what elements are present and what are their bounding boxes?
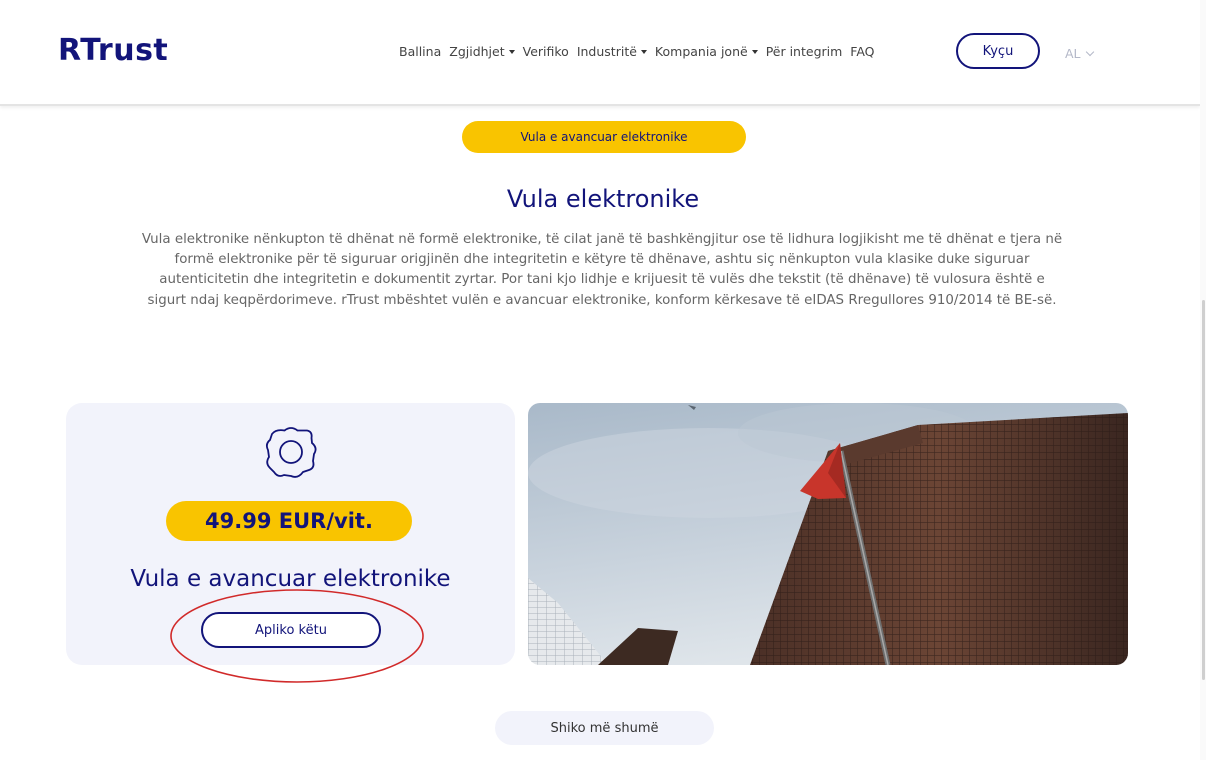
caret-down-icon — [508, 49, 515, 54]
show-more-button[interactable]: Shiko më shumë — [495, 711, 714, 745]
nav-item-label: FAQ — [850, 44, 875, 59]
chevron-down-icon — [1085, 47, 1094, 56]
building-photo — [528, 403, 1128, 665]
nav-item-label: Për integrim — [765, 44, 843, 59]
nav-item-label: Verifiko — [522, 44, 569, 59]
nav-item-për-integrim[interactable]: Për integrim — [766, 44, 843, 59]
language-code: AL — [1065, 46, 1081, 61]
section-description: Vula elektronike nënkupton të dhënat në … — [141, 232, 1063, 308]
caret-down-icon — [640, 49, 647, 54]
nav-item-kompania-jonë[interactable]: Kompania jonë — [655, 44, 758, 59]
nav-item-label: Kompania jonë — [654, 44, 748, 59]
nav-item-verifiko[interactable]: Verifiko — [523, 44, 569, 59]
caret-down-icon — [751, 49, 758, 54]
gear-icon — [262, 423, 320, 481]
nav-item-label: Ballina — [399, 44, 442, 59]
login-button[interactable]: Kyçu — [956, 33, 1040, 69]
nav-item-faq[interactable]: FAQ — [850, 44, 874, 59]
page-scrollbar[interactable] — [1200, 0, 1206, 760]
price-badge: 49.99 EUR/vit. — [166, 501, 412, 541]
rtrust-logo[interactable]: RTrust — [58, 33, 168, 68]
nav-item-zgjidhjet[interactable]: Zgjidhjet — [449, 44, 515, 59]
main-nav: Ballina Zgjidhjet Verifiko Industritë Kompan… — [399, 44, 883, 59]
product-name: Vula e avancuar elektronike — [130, 566, 451, 592]
scrollbar-thumb[interactable] — [1202, 300, 1205, 680]
nav-item-ballina[interactable]: Ballina — [399, 44, 441, 59]
language-selector[interactable]: AL — [1065, 46, 1094, 61]
section-title: Vula elektronike — [506, 185, 700, 213]
apply-button[interactable]: Apliko këtu — [201, 612, 381, 648]
top-navbar: RTrust Ballina Zgjidhjet Verifiko Industrit… — [0, 0, 1200, 106]
nav-item-label: Zgjidhjet — [449, 44, 505, 59]
nav-item-label: Industritë — [576, 44, 637, 59]
nav-item-industritë[interactable]: Industritë — [577, 44, 647, 59]
section-badge: Vula e avancuar elektronike — [462, 121, 746, 153]
